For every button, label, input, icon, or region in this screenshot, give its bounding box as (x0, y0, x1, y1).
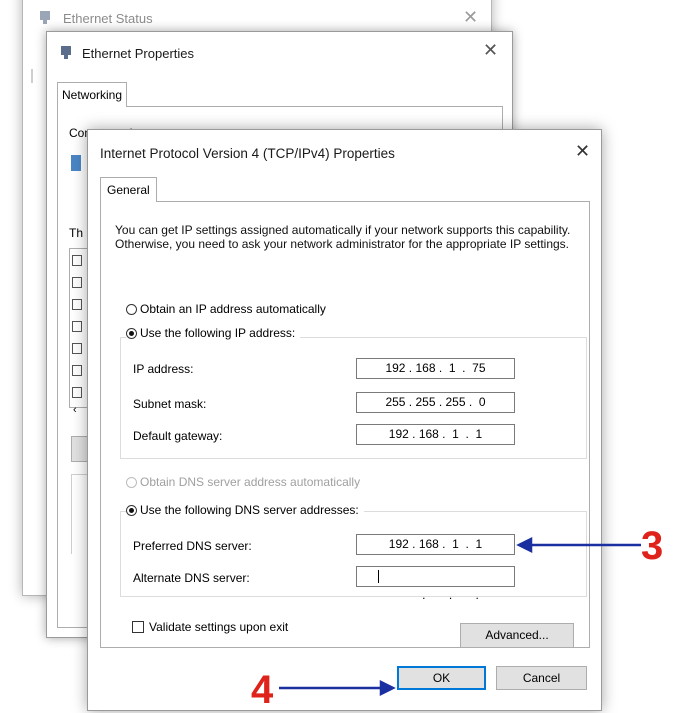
arrow-step-4 (279, 679, 396, 697)
step-4-label: 4 (251, 668, 274, 712)
tab-networking[interactable]: Networking (57, 82, 128, 107)
arrow-step-3 (516, 536, 641, 554)
step-3-label: 3 (641, 524, 664, 568)
tab-general[interactable]: General (100, 177, 157, 202)
